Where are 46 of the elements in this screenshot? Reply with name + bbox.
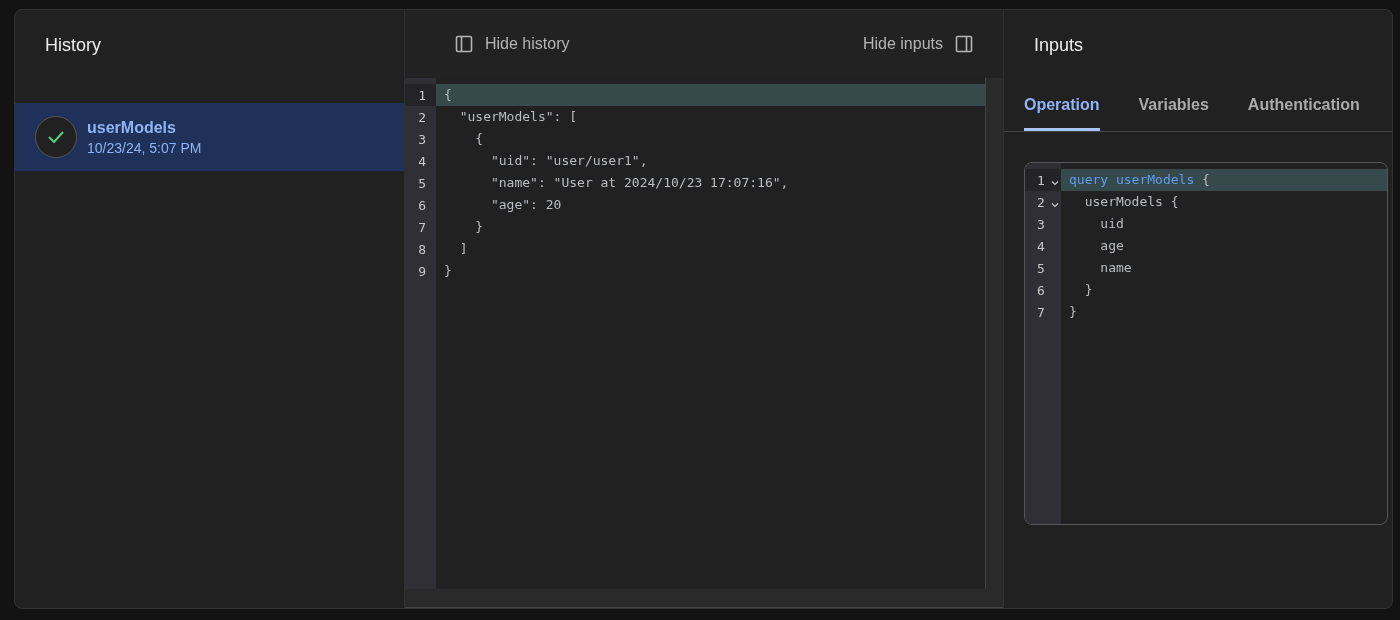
line-number: 5 (1037, 260, 1045, 276)
code-line: } (443, 262, 453, 280)
code-line: "uid": "user/user1", (489, 152, 649, 170)
operation-name: userModels (87, 118, 177, 137)
line-number: 6 (418, 197, 426, 213)
code-line: ] (458, 240, 469, 258)
line-number: 4 (418, 153, 426, 169)
code-line: { (474, 130, 485, 148)
sidebar-left-icon (455, 35, 473, 53)
line-number: 7 (1037, 304, 1045, 320)
sidebar-right-icon (955, 35, 973, 53)
tab[interactable]: Variables (1138, 85, 1209, 131)
line-number: 2 (418, 109, 426, 125)
code-line: "name": "User at 2024/10/23 17:07:16", (489, 174, 790, 192)
fold-chevron-icon[interactable] (1050, 202, 1059, 208)
line-number: 1 (1037, 172, 1045, 188)
line-number: 3 (1037, 216, 1045, 232)
line-number: 2 (1037, 194, 1045, 210)
line-number: 6 (1037, 282, 1045, 298)
line-number: 9 (418, 263, 426, 279)
tab[interactable]: Authentication (1247, 85, 1360, 131)
response-editor[interactable]: 1 2 3 4 5 6 7 8 9 { "userModels": [ { "uid": "user/user1", "name": "User at 2024/10/23 17:07:16", "age": 20 } ] } (405, 78, 986, 589)
line-number: 1 (418, 87, 426, 103)
code-line: userModels { (1083, 193, 1180, 211)
history-item[interactable]: userModels 10/23/24, 5:07 PM (15, 103, 404, 171)
code-line: name (1099, 259, 1133, 277)
history-title: History (44, 34, 102, 57)
fold-chevron-icon[interactable] (1050, 180, 1059, 186)
line-number: 5 (418, 175, 426, 191)
line-number: 3 (418, 131, 426, 147)
timestamp: 10/23/24, 5:07 PM (87, 139, 202, 156)
code-line: uid (1099, 215, 1125, 233)
code-line: } (474, 218, 485, 236)
query-editor[interactable]: 1 2 3 4 5 6 7 query userModels { userModels { uid age name } } (1025, 163, 1387, 524)
inputs-title: Inputs (1033, 34, 1085, 57)
code-line: } (1068, 303, 1078, 321)
tab[interactable]: Operation (1024, 85, 1100, 131)
code-line: "userModels": [ (458, 108, 579, 126)
line-number: 7 (418, 219, 426, 235)
code-line: age (1099, 237, 1125, 255)
line-number: 4 (1037, 238, 1045, 254)
hide-history-button[interactable]: Hide history (455, 35, 570, 53)
code-line: "age": 20 (489, 196, 563, 214)
code-line: } (1083, 281, 1094, 299)
line-number: 8 (418, 241, 426, 257)
hide-inputs-button[interactable]: Hide inputs (862, 35, 973, 53)
